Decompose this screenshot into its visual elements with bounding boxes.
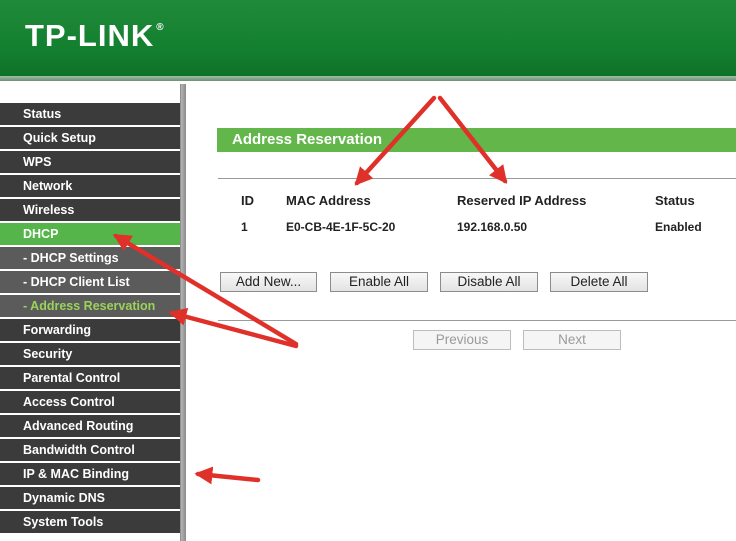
sidebar-item-security[interactable]: Security <box>0 343 180 365</box>
sidebar-item-system-tools[interactable]: System Tools <box>0 511 180 533</box>
row-reserved-ip: 192.168.0.50 <box>457 220 528 234</box>
next-page-button[interactable]: Next <box>523 330 621 350</box>
table-top-divider <box>218 178 736 179</box>
sidebar-item-dhcp[interactable]: DHCP <box>0 223 180 245</box>
table-bottom-divider <box>218 320 736 321</box>
column-header-mac: MAC Address <box>286 193 371 208</box>
row-mac-address: E0-CB-4E-1F-5C-20 <box>286 220 396 234</box>
tp-link-logo: TP-LINK ® <box>25 18 165 53</box>
disable-all-button[interactable]: Disable All <box>440 272 538 292</box>
sidebar-item-advanced-routing[interactable]: Advanced Routing <box>0 415 180 437</box>
sidebar-item-status[interactable]: Status <box>0 103 180 125</box>
sidebar-item-forwarding[interactable]: Forwarding <box>0 319 180 341</box>
page-title: Address Reservation <box>232 131 383 148</box>
sidebar-item-parental-control[interactable]: Parental Control <box>0 367 180 389</box>
delete-all-button[interactable]: Delete All <box>550 272 648 292</box>
sidebar-item-wireless[interactable]: Wireless <box>0 199 180 221</box>
sidebar-item-bandwidth-control[interactable]: Bandwidth Control <box>0 439 180 461</box>
header-banner: TP-LINK ® <box>0 0 736 80</box>
sidebar-item-quick-setup[interactable]: Quick Setup <box>0 127 180 149</box>
section-header: Address Reservation <box>217 128 736 152</box>
row-status: Enabled <box>655 220 702 234</box>
add-new-button[interactable]: Add New... <box>220 272 317 292</box>
header-divider <box>0 76 736 81</box>
row-id: 1 <box>241 220 248 234</box>
sidebar-item-wps[interactable]: WPS <box>0 151 180 173</box>
sidebar-item-dhcp-settings[interactable]: - DHCP Settings <box>0 247 180 269</box>
sidebar-item-dhcp-client-list[interactable]: - DHCP Client List <box>0 271 180 293</box>
sidebar-item-network[interactable]: Network <box>0 175 180 197</box>
sidebar-item-dynamic-dns[interactable]: Dynamic DNS <box>0 487 180 509</box>
column-header-status: Status <box>655 193 695 208</box>
sidebar-item-address-reservation[interactable]: - Address Reservation <box>0 295 180 317</box>
column-header-reserved-ip: Reserved IP Address <box>457 193 587 208</box>
previous-page-button[interactable]: Previous <box>413 330 511 350</box>
enable-all-button[interactable]: Enable All <box>330 272 428 292</box>
sidebar-item-ip-mac-binding[interactable]: IP & MAC Binding <box>0 463 180 485</box>
column-header-id: ID <box>241 193 254 208</box>
sidebar-menu: Status Quick Setup WPS Network Wireless … <box>0 84 186 541</box>
sidebar-item-access-control[interactable]: Access Control <box>0 391 180 413</box>
main-content: Address Reservation ID MAC Address Reser… <box>186 84 736 541</box>
sidebar-frame: Status Quick Setup WPS Network Wireless … <box>0 84 180 541</box>
